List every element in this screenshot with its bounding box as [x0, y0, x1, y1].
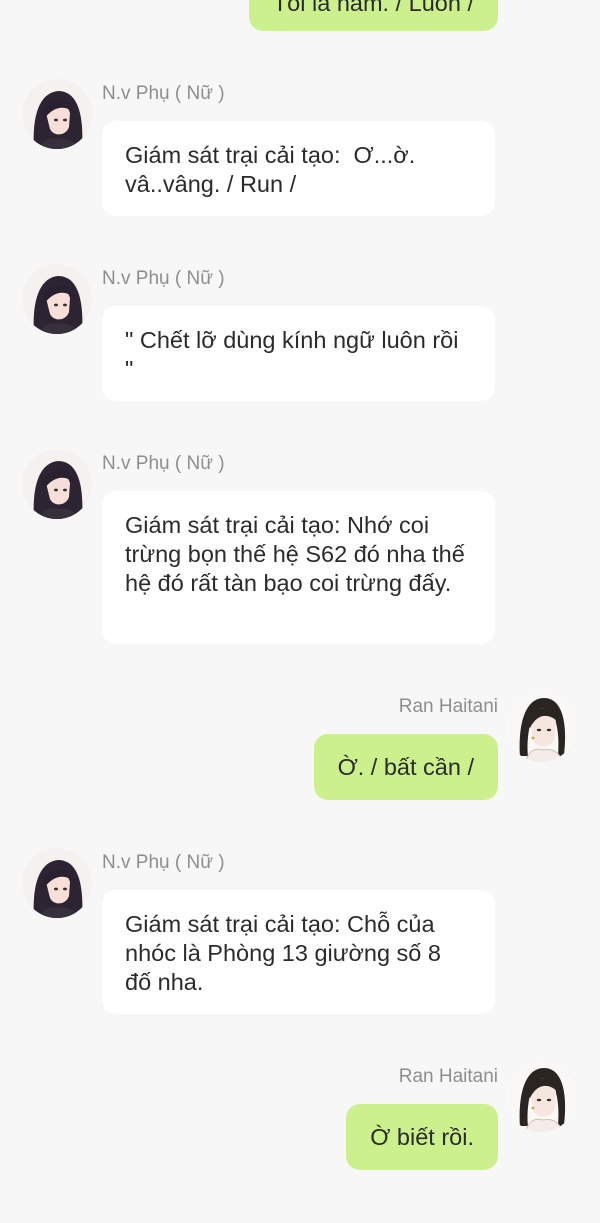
message-row: N.v Phụ ( Nữ ) Giám sát trại cải tạo: Ch…: [0, 848, 600, 1018]
sender-name: Ran Haitani: [398, 1066, 498, 1087]
dark-hair-girl-avatar[interactable]: [22, 449, 92, 519]
message-bubble[interactable]: Giám sát trại cải tạo: Chỗ của nhóc là P…: [102, 890, 495, 1014]
sender-name: N.v Phụ ( Nữ ): [102, 453, 225, 474]
message-row: N.v Phụ ( Nữ ) Giám sát trại cải tạo: Ơ.…: [0, 79, 600, 219]
dark-hair-girl-avatar[interactable]: [22, 79, 92, 149]
message-row: Ran Haitani Ờ biết rồi.: [0, 1062, 600, 1172]
message-row: N.v Phụ ( Nữ ) " Chết lỡ dùng kính ngữ l…: [0, 264, 600, 404]
message-row: Ran Haitani Ờ. / bất cần /: [0, 692, 600, 802]
sender-name: N.v Phụ ( Nữ ): [102, 852, 225, 873]
braided-hair-man-avatar[interactable]: [506, 692, 576, 762]
sender-name: N.v Phụ ( Nữ ): [102, 268, 225, 289]
sender-name: Ran Haitani: [398, 696, 498, 717]
message-bubble[interactable]: Giám sát trại cải tạo: Nhớ coi trừng bọn…: [102, 491, 495, 644]
dark-hair-girl-avatar[interactable]: [22, 848, 92, 918]
chat-window: Tôi là nam. / Luôn / N.v Phụ ( Nữ ) Giám…: [0, 0, 600, 1223]
message-bubble[interactable]: Ờ biết rồi.: [346, 1104, 498, 1170]
partial-top-message[interactable]: Tôi là nam. / Luôn /: [248, 0, 498, 31]
message-bubble[interactable]: " Chết lỡ dùng kính ngữ luôn rồi ": [102, 306, 495, 401]
message-bubble[interactable]: Ờ. / bất cần /: [313, 734, 498, 800]
braided-hair-man-avatar[interactable]: [506, 1062, 576, 1132]
sender-name: N.v Phụ ( Nữ ): [102, 83, 225, 104]
message-row: N.v Phụ ( Nữ ) Giám sát trại cải tạo: Nh…: [0, 449, 600, 649]
dark-hair-girl-avatar[interactable]: [22, 264, 92, 334]
message-text: Tôi là nam. / Luôn /: [272, 0, 474, 16]
message-bubble[interactable]: Giám sát trại cải tạo: Ơ...ờ. vâ..vâng. …: [102, 121, 495, 216]
